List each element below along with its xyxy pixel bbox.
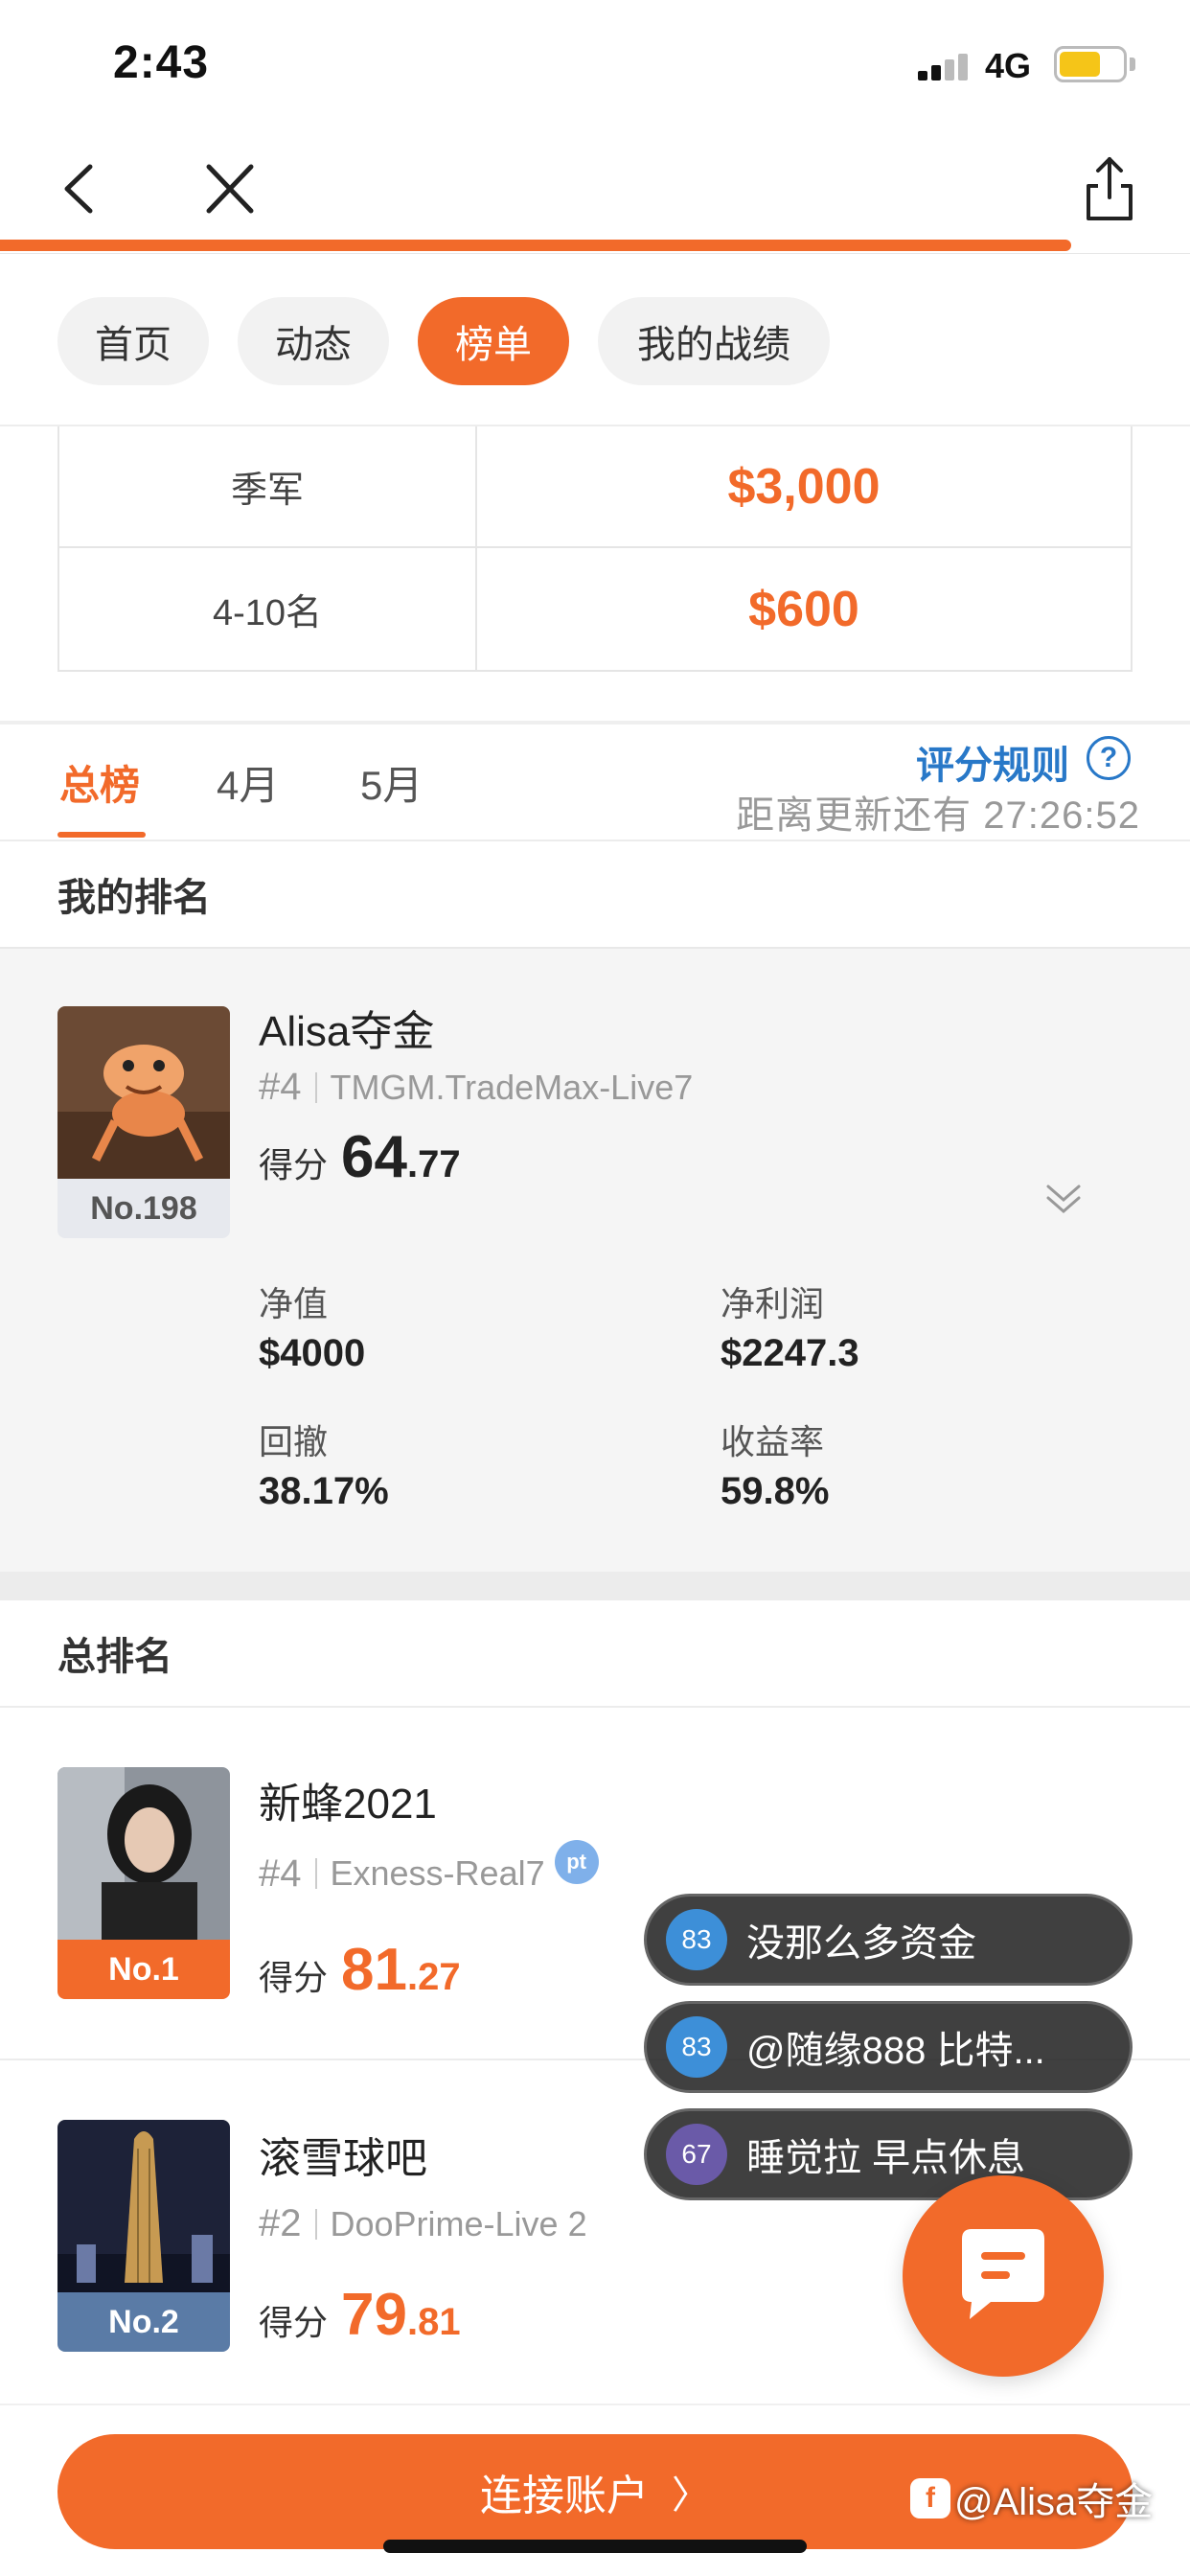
- drawdown-label: 回撤: [259, 1422, 329, 1461]
- tab-may[interactable]: 5月: [360, 753, 423, 812]
- user-level-badge: 83: [666, 1909, 727, 1970]
- tab-feed[interactable]: 动态: [238, 297, 389, 385]
- chat-icon: [962, 2229, 1044, 2319]
- status-bar: 2:43 4G: [0, 0, 1190, 125]
- active-tab-indicator: [57, 832, 146, 838]
- tab-home[interactable]: 首页: [57, 297, 209, 385]
- share-button[interactable]: [1081, 151, 1138, 224]
- equity-label: 净值: [259, 1284, 329, 1323]
- battery-icon: [1054, 46, 1127, 82]
- scoring-rules-link[interactable]: 评分规则: [916, 734, 1069, 790]
- return-rate-value: 59.8%: [721, 1470, 830, 1512]
- chevron-down-icon[interactable]: [1044, 1179, 1083, 1217]
- prize-rank: 4-10名: [59, 548, 477, 670]
- signal-icon: [918, 50, 968, 80]
- tab-overall[interactable]: 总榜: [59, 753, 140, 812]
- tab-my-record[interactable]: 我的战绩: [598, 297, 830, 385]
- score-decimal: .81: [406, 2301, 461, 2343]
- chevron-right-icon: 〉: [672, 2474, 710, 2517]
- nav-bar: [0, 125, 1190, 254]
- tab-leaderboard[interactable]: 榜单: [418, 297, 569, 385]
- account-position: #2: [259, 2202, 302, 2244]
- equity-value: $4000: [259, 1332, 366, 1374]
- account-server: TMGM.TradeMax-Live7: [330, 1067, 694, 1107]
- return-rate-label: 收益率: [721, 1422, 825, 1461]
- score-label: 得分: [259, 2303, 329, 2342]
- chat-message: 睡觉拉 早点休息: [746, 2137, 1026, 2179]
- chat-bubble[interactable]: 83 没那么多资金: [644, 1894, 1133, 1986]
- chat-button[interactable]: [903, 2175, 1104, 2377]
- account-server: Exness-Real7: [330, 1853, 545, 1893]
- rank-number-badge: No.2: [57, 2292, 230, 2352]
- watermark-text: @Alisa夺金: [954, 2481, 1154, 2523]
- update-countdown: 距离更新还有 27:26:52: [736, 794, 1140, 837]
- my-rank-heading: 我的排名: [0, 841, 1190, 947]
- table-row: 季军 $3,000: [59, 426, 1131, 548]
- page-load-progress: [0, 240, 1190, 251]
- period-tab-bar: 总榜 4月 5月 评分规则 ? 距离更新还有 27:26:52: [0, 724, 1190, 841]
- tab-april[interactable]: 4月: [217, 753, 279, 812]
- account-line: #4 Exness-Real7 pt: [259, 1840, 599, 1896]
- share-icon: [1087, 157, 1133, 220]
- user-name: 滚雪球吧: [259, 2135, 427, 2182]
- account-line: #4 TMGM.TradeMax-Live7: [259, 1066, 693, 1109]
- chevron-left-icon: [64, 164, 93, 214]
- home-indicator[interactable]: [383, 2540, 807, 2553]
- net-profit-label: 净利润: [721, 1284, 825, 1323]
- back-button[interactable]: [54, 155, 111, 222]
- rank-number-badge: No.1: [57, 1940, 230, 1999]
- score-integer: 79: [341, 2282, 407, 2348]
- watermark: f @Alisa夺金: [910, 2471, 1153, 2526]
- network-type: 4G: [985, 46, 1032, 85]
- user-level-badge: 83: [666, 2016, 727, 2078]
- account-position: #4: [259, 1852, 302, 1895]
- status-time: 2:43: [113, 37, 210, 88]
- account-line: #2 DooPrime-Live 2: [259, 2202, 587, 2245]
- net-profit-value: $2247.3: [721, 1332, 859, 1374]
- score-decimal: .27: [406, 1956, 461, 1998]
- chat-bubble[interactable]: 83 @随缘888 比特...: [644, 2001, 1133, 2093]
- rank-number-badge: No.198: [57, 1179, 230, 1238]
- progress-fill: [0, 240, 1071, 251]
- help-icon[interactable]: ?: [1087, 736, 1131, 780]
- my-rank-card[interactable]: No.198 Alisa夺金 #4 TMGM.TradeMax-Live7 得分…: [0, 947, 1190, 1572]
- user-name: 新蜂2021: [259, 1781, 437, 1828]
- score-label: 得分: [259, 1958, 329, 1997]
- score: 得分 64 .77: [259, 1123, 461, 1191]
- table-row: 4-10名 $600: [59, 548, 1131, 670]
- score-label: 得分: [259, 1145, 329, 1184]
- top-tab-bar: 首页 动态 榜单 我的战绩: [0, 254, 1190, 426]
- watermark-logo-icon: f: [910, 2478, 950, 2518]
- score-decimal: .77: [406, 1143, 461, 1185]
- prize-amount: $600: [748, 581, 859, 637]
- avatar: [57, 2120, 230, 2292]
- score-integer: 64: [341, 1124, 407, 1190]
- score-integer: 81: [341, 1937, 407, 2003]
- avatar: [57, 1767, 230, 1940]
- connect-account-label: 连接账户: [480, 2472, 649, 2519]
- drawdown-value: 38.17%: [259, 1470, 389, 1512]
- chat-message: 没那么多资金: [746, 1922, 976, 1965]
- score: 得分 81 .27: [259, 1936, 461, 2004]
- prize-table: 季军 $3,000 4-10名 $600: [57, 426, 1133, 672]
- score: 得分 79 .81: [259, 2281, 461, 2349]
- prize-amount: $3,000: [727, 458, 881, 515]
- close-button[interactable]: [199, 155, 261, 222]
- overall-rank-heading: 总排名: [0, 1600, 1190, 1706]
- user-level-badge: 67: [666, 2124, 727, 2185]
- avatar: [57, 1006, 230, 1179]
- user-name: Alisa夺金: [259, 1008, 435, 1055]
- chat-message: @随缘888 比特...: [746, 2030, 1045, 2072]
- account-position: #4: [259, 1066, 302, 1108]
- close-icon: [206, 164, 254, 214]
- prize-rank: 季军: [59, 426, 477, 546]
- pt-badge-icon: pt: [554, 1840, 599, 1884]
- account-server: DooPrime-Live 2: [330, 2203, 587, 2243]
